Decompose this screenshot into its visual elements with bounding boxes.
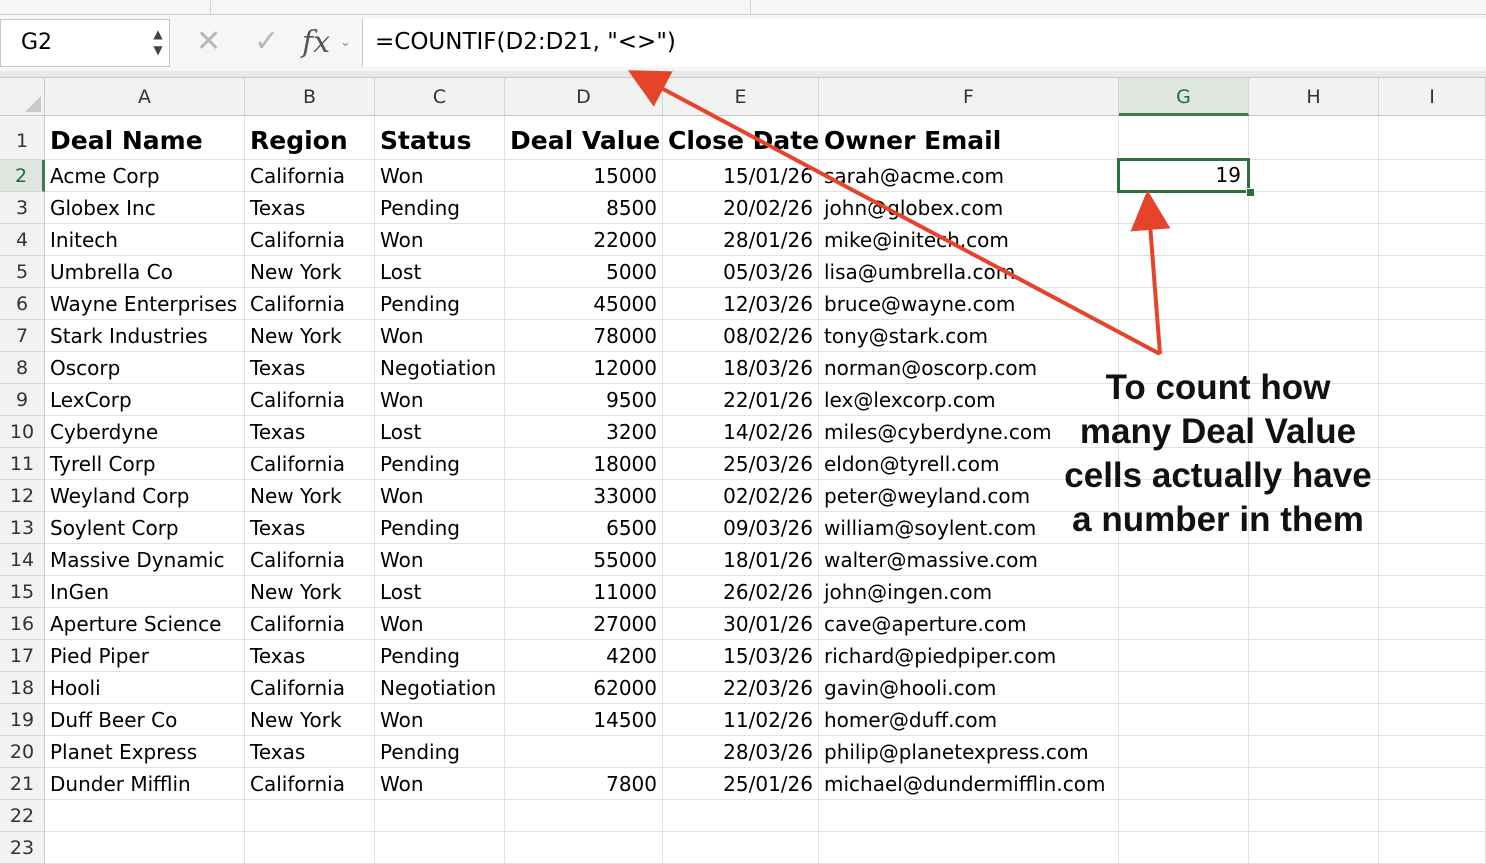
arrow-to-formula <box>627 70 1161 356</box>
arrow-to-result <box>1130 190 1171 355</box>
annotation-arrows <box>627 70 1171 356</box>
